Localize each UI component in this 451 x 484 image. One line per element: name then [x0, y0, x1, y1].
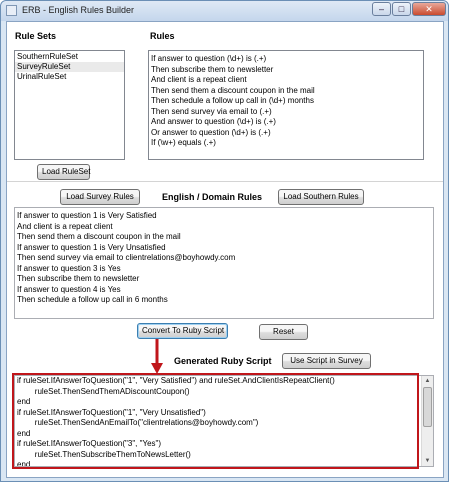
annotation-highlight-box [12, 373, 419, 469]
close-button[interactable]: ✕ [412, 2, 446, 16]
app-icon [6, 5, 17, 16]
minimize-button[interactable]: – [372, 2, 391, 16]
app-window: ERB - English Rules Builder – □ ✕ Rule S… [0, 0, 449, 482]
annotation-overlay [12, 339, 419, 469]
title-bar[interactable]: ERB - English Rules Builder – □ ✕ [1, 1, 448, 21]
annotation-arrow-head [151, 363, 163, 374]
window-title: ERB - English Rules Builder [22, 5, 135, 15]
main-content: Rule Sets SouthernRuleSet SurveyRuleSet Ur… [6, 21, 444, 478]
maximize-button[interactable]: □ [392, 2, 411, 16]
